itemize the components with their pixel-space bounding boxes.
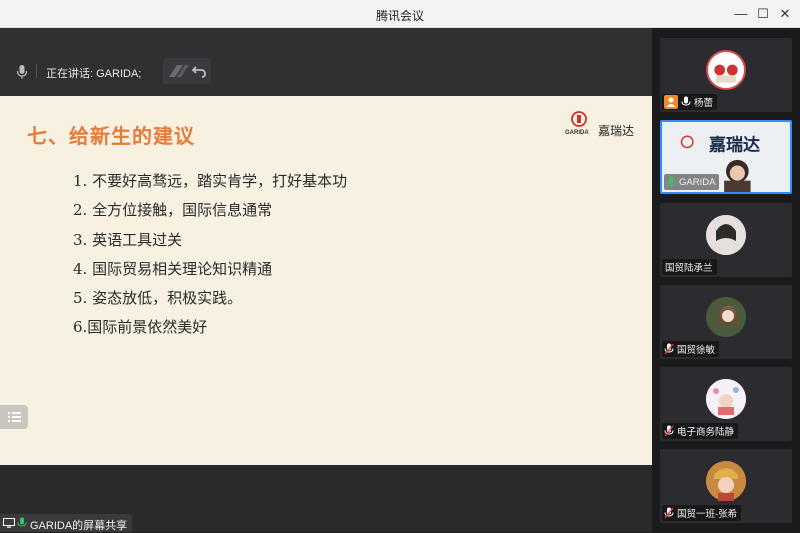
side-panel-toggle[interactable] xyxy=(0,405,28,429)
list-item: 4. 国际贸易相关理论知识精通 xyxy=(73,259,273,278)
mic-muted-icon xyxy=(664,507,674,519)
avatar-image xyxy=(706,297,746,337)
screen-share-label: GARIDA的屏幕共享 xyxy=(0,514,132,532)
window-title: 腾讯会议 xyxy=(375,9,424,23)
shared-slide: 七、给新生的建议 GARIDA 嘉瑞达 1. 不要好高骛远，踏实肯学，打好基本功… xyxy=(0,96,652,465)
svg-text:GARIDA: GARIDA xyxy=(565,130,589,136)
maximize-icon[interactable]: ☐ xyxy=(752,4,774,24)
logo-text: 嘉瑞达 xyxy=(598,124,635,138)
avatar-image xyxy=(706,461,746,501)
divider xyxy=(36,64,37,78)
advice-list: 1. 不要好高骛远，踏实肯学，打好基本功 2. 全方位接触，国际信息通常 3. … xyxy=(73,170,347,346)
host-badge-icon xyxy=(664,95,678,109)
speaking-label: 正在讲话: GARIDA; xyxy=(46,68,142,80)
participant-name-row: 电子商务陆静 xyxy=(662,423,739,439)
microphone-icon xyxy=(16,65,28,79)
close-icon[interactable]: ✕ xyxy=(774,4,796,24)
mic-on-icon xyxy=(681,96,691,106)
avatar xyxy=(706,50,746,90)
mic-muted-icon xyxy=(664,343,674,355)
participant-name-row: 国贸一班-张希 xyxy=(662,505,742,521)
avatar-image xyxy=(714,64,738,83)
mic-on-icon xyxy=(17,517,27,527)
avatar-image xyxy=(706,379,746,419)
participant-name-row: 国贸陆承兰 xyxy=(662,259,717,275)
svg-text:嘉瑞达: 嘉瑞达 xyxy=(708,134,760,155)
avatar xyxy=(706,461,746,501)
participant-tile[interactable]: 国贸徐敏 xyxy=(660,285,792,359)
participant-tile[interactable]: 国贸陆承兰 xyxy=(660,203,792,277)
participant-tile[interactable]: 杨蕾 xyxy=(660,38,792,112)
minimize-icon[interactable]: — xyxy=(730,4,752,24)
avatar xyxy=(706,215,746,255)
participant-name-row: 杨蕾 xyxy=(662,94,718,110)
list-item: 3. 英语工具过关 xyxy=(73,230,183,249)
slide-heading: 七、给新生的建议 xyxy=(27,126,195,148)
list-item: 6.国际前景依然美好 xyxy=(73,318,208,337)
participant-name-row: GARIDA xyxy=(664,174,720,190)
participant-name: 电子商务陆静 xyxy=(677,427,735,438)
participant-tile[interactable]: 国贸一班-张希 xyxy=(660,449,792,523)
pen-icon[interactable] xyxy=(163,58,211,84)
participant-tile[interactable]: 电子商务陆静 xyxy=(660,367,792,441)
screen-share-text: GARIDA的屏幕共享 xyxy=(30,520,128,532)
garida-logo: GARIDA xyxy=(565,111,589,136)
list-item: 1. 不要好高骛远，踏实肯学，打好基本功 xyxy=(73,172,348,190)
avatar-image xyxy=(706,215,746,255)
participant-name: 杨蕾 xyxy=(694,98,714,109)
participant-name-row: 国贸徐敏 xyxy=(662,341,720,357)
window-titlebar: 腾讯会议 — ☐ ✕ xyxy=(0,0,800,28)
participant-name: 国贸徐敏 xyxy=(677,345,716,356)
speaking-indicator-bar: 正在讲话: GARIDA; xyxy=(0,28,652,96)
participant-name: 国贸陆承兰 xyxy=(665,263,713,274)
avatar xyxy=(706,297,746,337)
list-item: 2. 全方位接触，国际信息通常 xyxy=(73,201,273,220)
participant-name: GARIDA xyxy=(679,176,716,188)
annotation-tools[interactable] xyxy=(163,58,211,84)
avatar xyxy=(706,379,746,419)
screen-share-icon xyxy=(3,518,15,528)
participant-name: 国贸一班-张希 xyxy=(677,509,738,520)
list-icon xyxy=(8,412,21,422)
participant-tile-active[interactable]: 嘉瑞达 GARIDA xyxy=(660,120,792,194)
list-item: 5. 姿态放低，积极实践。 xyxy=(73,289,243,308)
mic-on-icon xyxy=(666,176,676,186)
mic-muted-icon xyxy=(664,425,674,437)
